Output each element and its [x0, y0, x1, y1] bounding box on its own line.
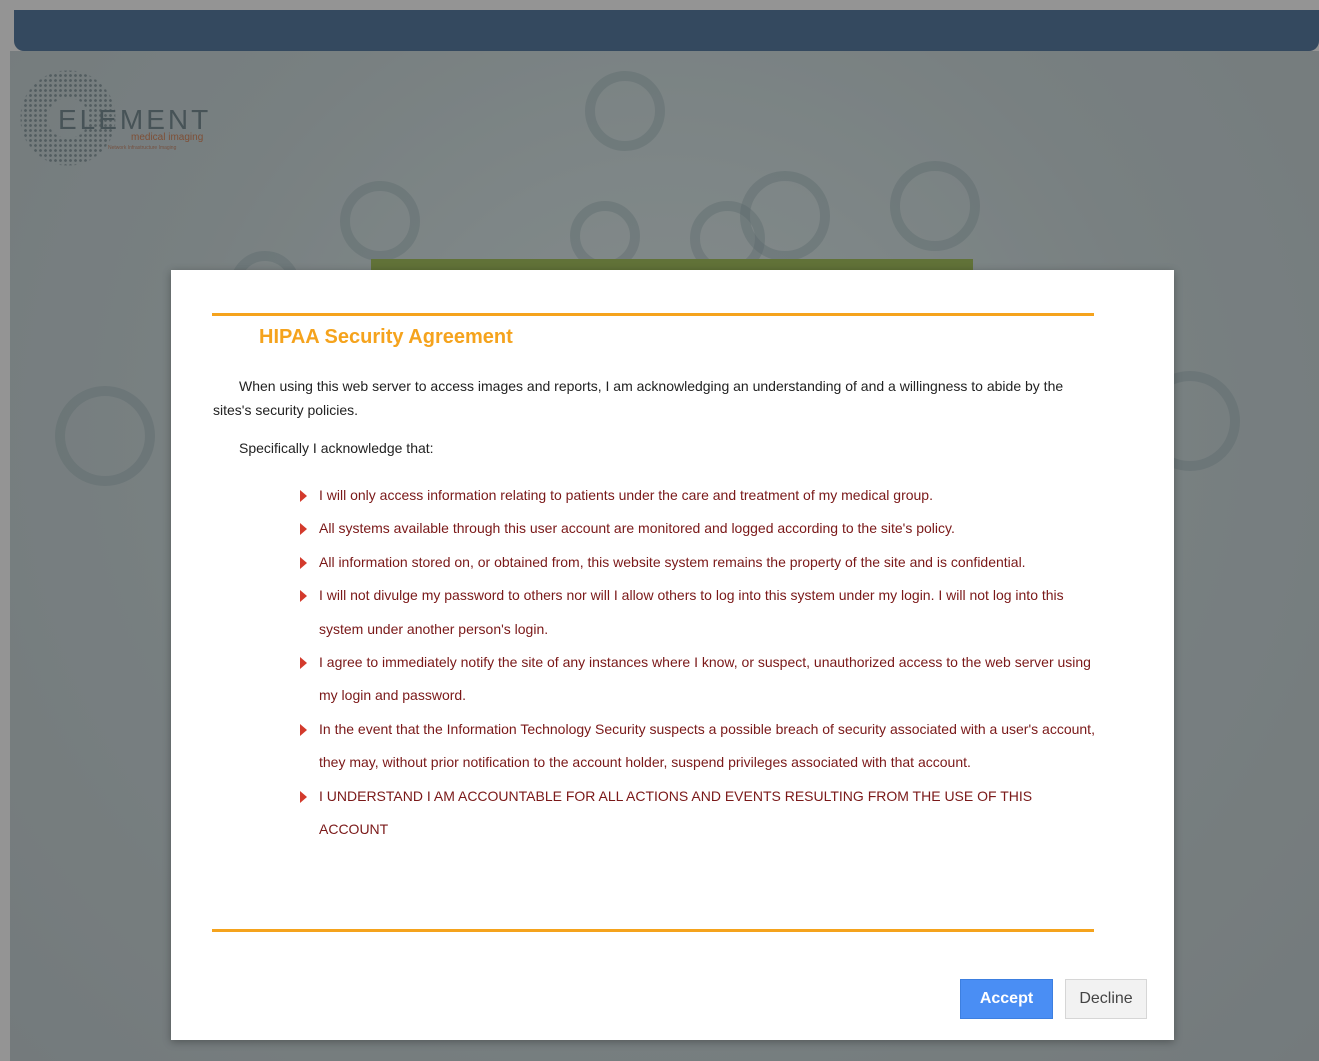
- term-text: I will only access information relating …: [319, 487, 933, 503]
- term-text: In the event that the Information Techno…: [319, 720, 1095, 771]
- bullet-icon: [300, 556, 307, 569]
- bullet-icon: [300, 590, 307, 603]
- list-item: All information stored on, or obtained f…: [299, 546, 1099, 579]
- bullet-icon: [300, 523, 307, 536]
- bottom-divider: [212, 929, 1094, 932]
- list-item: All systems available through this user …: [299, 512, 1099, 545]
- decline-button[interactable]: Decline: [1065, 979, 1147, 1019]
- term-text: I will not divulge my password to others…: [319, 587, 1064, 637]
- bullet-icon: [300, 490, 307, 502]
- list-item: In the event that the Information Techno…: [299, 713, 1099, 780]
- term-text: I UNDERSTAND I AM ACCOUNTABLE FOR ALL AC…: [319, 787, 1033, 838]
- top-divider: [212, 313, 1094, 316]
- list-item: I will not divulge my password to others…: [299, 579, 1099, 646]
- intro-text: When using this web server to access ima…: [213, 378, 1064, 418]
- hipaa-agreement-dialog: HIPAA Security Agreement When using this…: [171, 270, 1174, 1040]
- acknowledge-lead: Specifically I acknowledge that:: [239, 440, 434, 456]
- accept-button[interactable]: Accept: [960, 979, 1053, 1019]
- list-item: I will only access information relating …: [299, 479, 1099, 512]
- bullet-icon: [300, 657, 307, 670]
- terms-list: I will only access information relating …: [299, 479, 1099, 846]
- list-item: I agree to immediately notify the site o…: [299, 646, 1099, 713]
- term-text: I agree to immediately notify the site o…: [319, 654, 1091, 704]
- list-item: I UNDERSTAND I AM ACCOUNTABLE FOR ALL AC…: [299, 780, 1099, 847]
- term-text: All information stored on, or obtained f…: [319, 553, 1026, 570]
- bullet-icon: [300, 790, 307, 803]
- dialog-title: HIPAA Security Agreement: [259, 326, 513, 348]
- term-text: All systems available through this user …: [319, 520, 955, 537]
- bullet-icon: [300, 723, 307, 736]
